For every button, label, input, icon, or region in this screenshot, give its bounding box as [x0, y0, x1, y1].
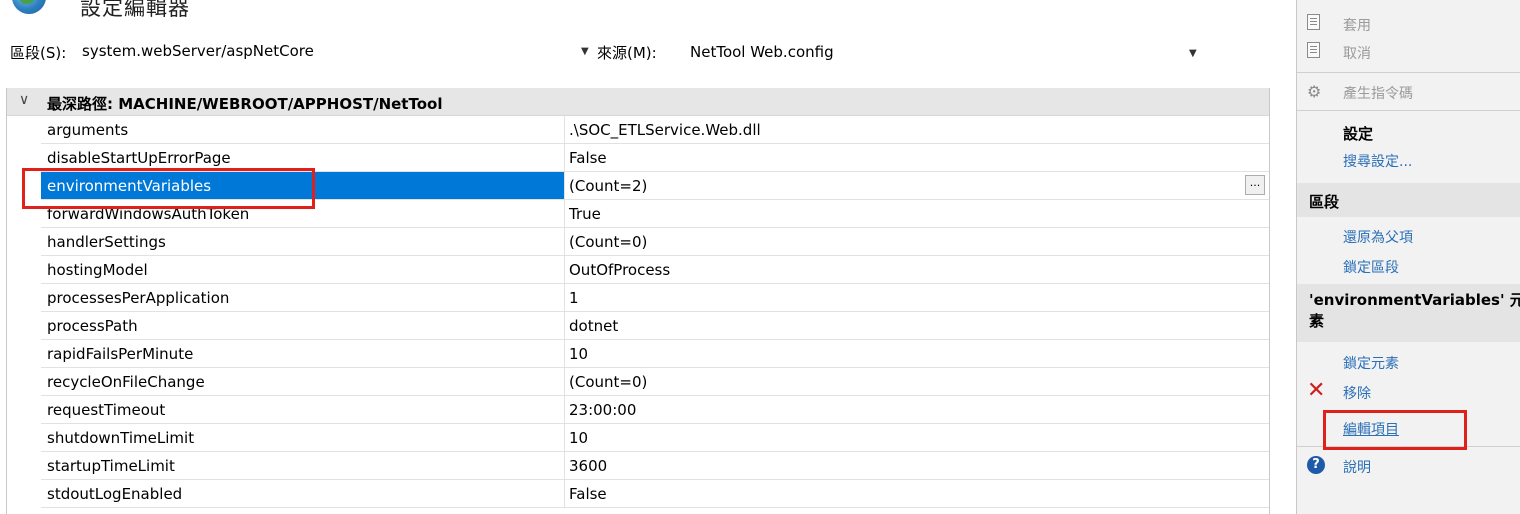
section-label: 區段(S): — [10, 44, 67, 62]
property-name[interactable]: stdoutLogEnabled — [41, 480, 564, 508]
lock-element-link[interactable]: 鎖定元素 — [1297, 348, 1520, 376]
generate-script-action[interactable]: ⚙ 產生指令碼 — [1297, 78, 1520, 106]
table-row[interactable]: recycleOnFileChange (Count=0) — [7, 368, 1269, 396]
edit-items-link[interactable]: 編輯項目 — [1297, 414, 1520, 442]
generate-script-label: 產生指令碼 — [1343, 86, 1413, 102]
chevron-down-icon[interactable]: ▼ — [581, 46, 589, 57]
table-row[interactable]: rapidFailsPerMinute 10 — [7, 340, 1269, 368]
element-header-line1: 'environmentVariables' 元 — [1309, 291, 1520, 309]
document-check-icon — [1307, 14, 1327, 32]
revert-to-parent-label: 還原為父項 — [1343, 230, 1413, 246]
table-row[interactable]: arguments .\SOC_ETLService.Web.dll — [7, 116, 1269, 144]
table-row[interactable]: processesPerApplication 1 — [7, 284, 1269, 312]
grid-path-header[interactable]: ∨ 最深路徑: MACHINE/WEBROOT/APPHOST/NetTool — [7, 88, 1269, 116]
document-x-icon — [1307, 42, 1327, 60]
property-value[interactable]: 1 — [564, 284, 1269, 312]
property-value[interactable]: (Count=0) — [564, 228, 1269, 256]
property-name[interactable]: requestTimeout — [41, 396, 564, 424]
property-value[interactable]: dotnet — [564, 312, 1269, 340]
property-value[interactable]: False — [564, 480, 1269, 508]
title-bar: 設定編輯器 — [0, 0, 1270, 32]
help-action[interactable]: ? 說明 — [1297, 452, 1520, 480]
property-value[interactable]: True — [564, 200, 1269, 228]
table-row-selected[interactable]: environmentVariables (Count=2) ... — [7, 172, 1269, 200]
property-value[interactable]: 3600 — [564, 452, 1269, 480]
property-name[interactable]: environmentVariables — [41, 172, 564, 200]
ellipsis-button[interactable]: ... — [1245, 175, 1265, 195]
property-value[interactable]: 10 — [564, 340, 1269, 368]
table-row[interactable]: processPath dotnet — [7, 312, 1269, 340]
settings-group: 設定 — [1297, 118, 1520, 146]
property-name[interactable]: startupTimeLimit — [41, 452, 564, 480]
property-value[interactable]: 10 — [564, 424, 1269, 452]
source-dropdown[interactable]: NetTool Web.config — [690, 43, 834, 61]
property-value[interactable]: 23:00:00 — [564, 396, 1269, 424]
property-value[interactable]: .\SOC_ETLService.Web.dll — [564, 116, 1269, 144]
property-name[interactable]: forwardWindowsAuthToken — [41, 200, 564, 228]
property-name[interactable]: shutdownTimeLimit — [41, 424, 564, 452]
selector-bar: 區段(S): system.webServer/aspNetCore ▼ 來源(… — [0, 34, 1270, 72]
chevron-down-icon[interactable]: ▼ — [1189, 48, 1197, 59]
table-row[interactable]: requestTimeout 23:00:00 — [7, 396, 1269, 424]
property-grid: ∨ 最深路徑: MACHINE/WEBROOT/APPHOST/NetTool … — [6, 88, 1270, 514]
property-value[interactable]: (Count=0) — [564, 368, 1269, 396]
help-label: 說明 — [1343, 460, 1371, 476]
table-row[interactable]: handlerSettings (Count=0) — [7, 228, 1269, 256]
gear-script-icon: ⚙ — [1307, 82, 1322, 101]
table-row[interactable]: forwardWindowsAuthToken True — [7, 200, 1269, 228]
property-name[interactable]: processesPerApplication — [41, 284, 564, 312]
property-value[interactable]: OutOfProcess — [564, 256, 1269, 284]
property-name[interactable]: hostingModel — [41, 256, 564, 284]
table-row[interactable]: startupTimeLimit 3600 — [7, 452, 1269, 480]
element-header: 'environmentVariables' 元 素 — [1297, 284, 1520, 342]
section-dropdown[interactable]: system.webServer/aspNetCore — [82, 42, 314, 60]
page-title: 設定編輯器 — [80, 0, 190, 20]
cancel-action[interactable]: 取消 — [1297, 38, 1520, 66]
lock-element-label: 鎖定元素 — [1343, 356, 1399, 372]
red-x-icon: ✕ — [1307, 378, 1326, 403]
deepest-path-text: 最深路徑: MACHINE/WEBROOT/APPHOST/NetTool — [47, 95, 443, 113]
property-name[interactable]: rapidFailsPerMinute — [41, 340, 564, 368]
source-label: 來源(M): — [597, 44, 657, 62]
section-header: 區段 — [1297, 183, 1520, 217]
help-icon: ? — [1307, 456, 1327, 474]
property-value[interactable]: (Count=2) ... — [564, 172, 1269, 200]
remove-label: 移除 — [1343, 386, 1371, 402]
lock-section-label: 鎖定區段 — [1343, 260, 1399, 276]
cancel-label: 取消 — [1343, 46, 1371, 62]
search-settings-label: 搜尋設定... — [1343, 154, 1413, 170]
property-value[interactable]: False — [564, 144, 1269, 172]
globe-icon — [12, 0, 46, 14]
property-name[interactable]: handlerSettings — [41, 228, 564, 256]
remove-action[interactable]: ✕ 移除 — [1297, 378, 1520, 406]
table-row[interactable]: shutdownTimeLimit 10 — [7, 424, 1269, 452]
apply-action[interactable]: 套用 — [1297, 10, 1520, 38]
element-header-line2: 素 — [1309, 312, 1325, 330]
table-row[interactable]: disableStartUpErrorPage False — [7, 144, 1269, 172]
property-name[interactable]: arguments — [41, 116, 564, 144]
table-row[interactable]: stdoutLogEnabled False — [7, 480, 1269, 508]
property-name[interactable]: disableStartUpErrorPage — [41, 144, 564, 172]
property-value-text: (Count=2) — [569, 177, 648, 195]
revert-to-parent-link[interactable]: 還原為父項 — [1297, 222, 1520, 250]
search-settings-link[interactable]: 搜尋設定... — [1297, 146, 1520, 174]
collapse-chevron-icon[interactable]: ∨ — [19, 92, 29, 108]
lock-section-link[interactable]: 鎖定區段 — [1297, 252, 1520, 280]
property-name[interactable]: recycleOnFileChange — [41, 368, 564, 396]
settings-header: 設定 — [1343, 125, 1374, 143]
property-name[interactable]: processPath — [41, 312, 564, 340]
configuration-editor: 設定編輯器 區段(S): system.webServer/aspNetCore… — [0, 0, 1520, 514]
table-row[interactable]: hostingModel OutOfProcess — [7, 256, 1269, 284]
apply-label: 套用 — [1343, 18, 1371, 34]
actions-panel: 套用 取消 ⚙ 產生指令碼 設定 搜尋設定... 區段 還原為父項 鎖定區段 '… — [1296, 0, 1520, 514]
edit-items-label: 編輯項目 — [1343, 422, 1399, 438]
